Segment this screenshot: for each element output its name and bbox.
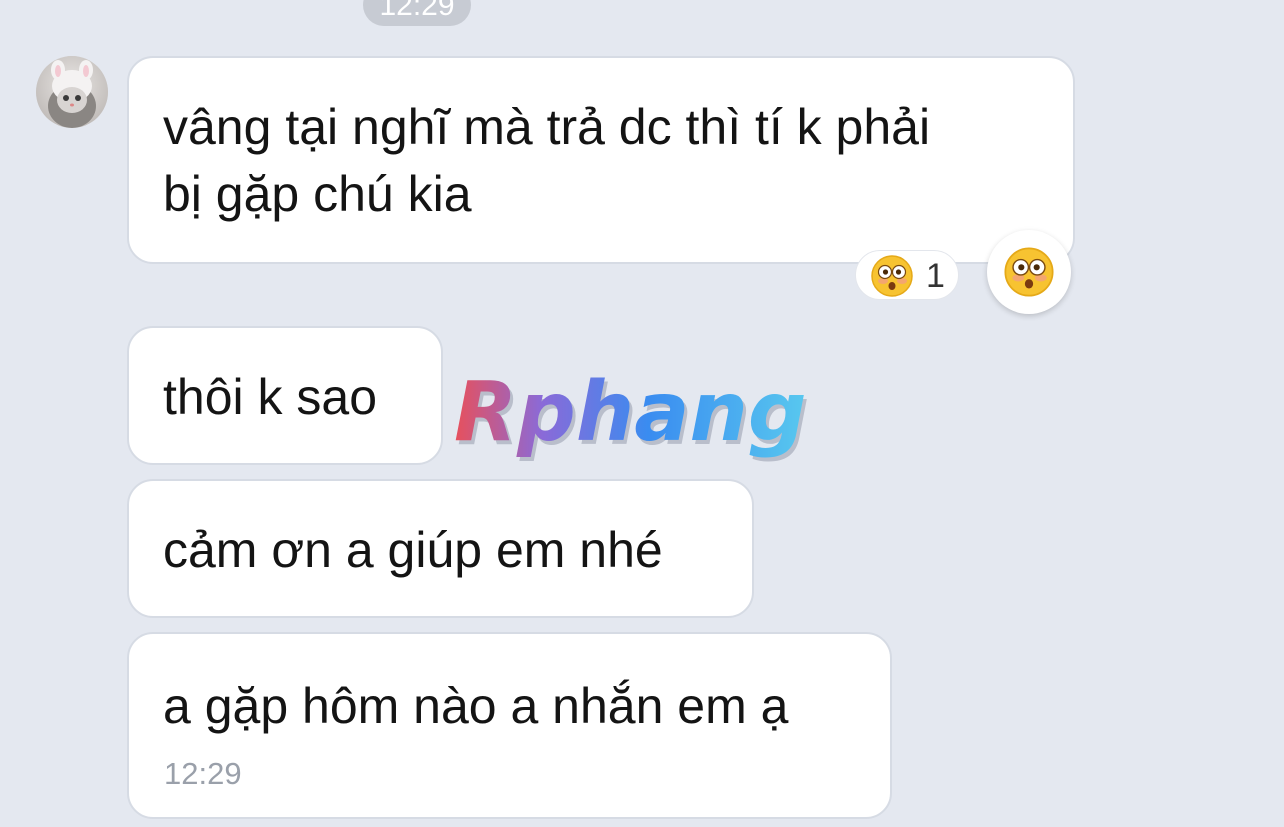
avatar[interactable] <box>36 56 108 128</box>
message-bubble[interactable]: cảm ơn a giúp em nhé <box>127 479 754 618</box>
cat-avatar-image <box>36 56 108 128</box>
add-reaction-button[interactable] <box>987 230 1071 314</box>
message-text-line: a gặp hôm nào a nhắn em ạ <box>163 678 789 734</box>
time-separator-pill: 12:29 <box>363 0 471 26</box>
message-text-line: bị gặp chú kia <box>163 166 472 222</box>
flushed-face-emoji-icon <box>1003 246 1055 298</box>
message-bubble[interactable]: thôi k sao <box>127 326 443 465</box>
message-text-line: cảm ơn a giúp em nhé <box>163 522 663 578</box>
reaction-summary[interactable]: 1 <box>855 250 959 300</box>
watermark-logo: Rphang Rphang <box>448 365 838 464</box>
message-text-line: thôi k sao <box>163 369 378 425</box>
message-text-line: vâng tại nghĩ mà trả dc thì tí k phải <box>163 99 931 155</box>
message-bubble[interactable]: vâng tại nghĩ mà trả dc thì tí k phải bị… <box>127 56 1075 264</box>
watermark-text: Rphang <box>454 372 807 460</box>
message-timestamp: 12:29 <box>164 756 242 791</box>
time-separator-label: 12:29 <box>379 0 455 22</box>
flushed-face-emoji-icon <box>870 254 914 298</box>
message-bubble[interactable]: a gặp hôm nào a nhắn em ạ 12:29 <box>127 632 892 819</box>
reaction-count: 1 <box>926 257 945 295</box>
